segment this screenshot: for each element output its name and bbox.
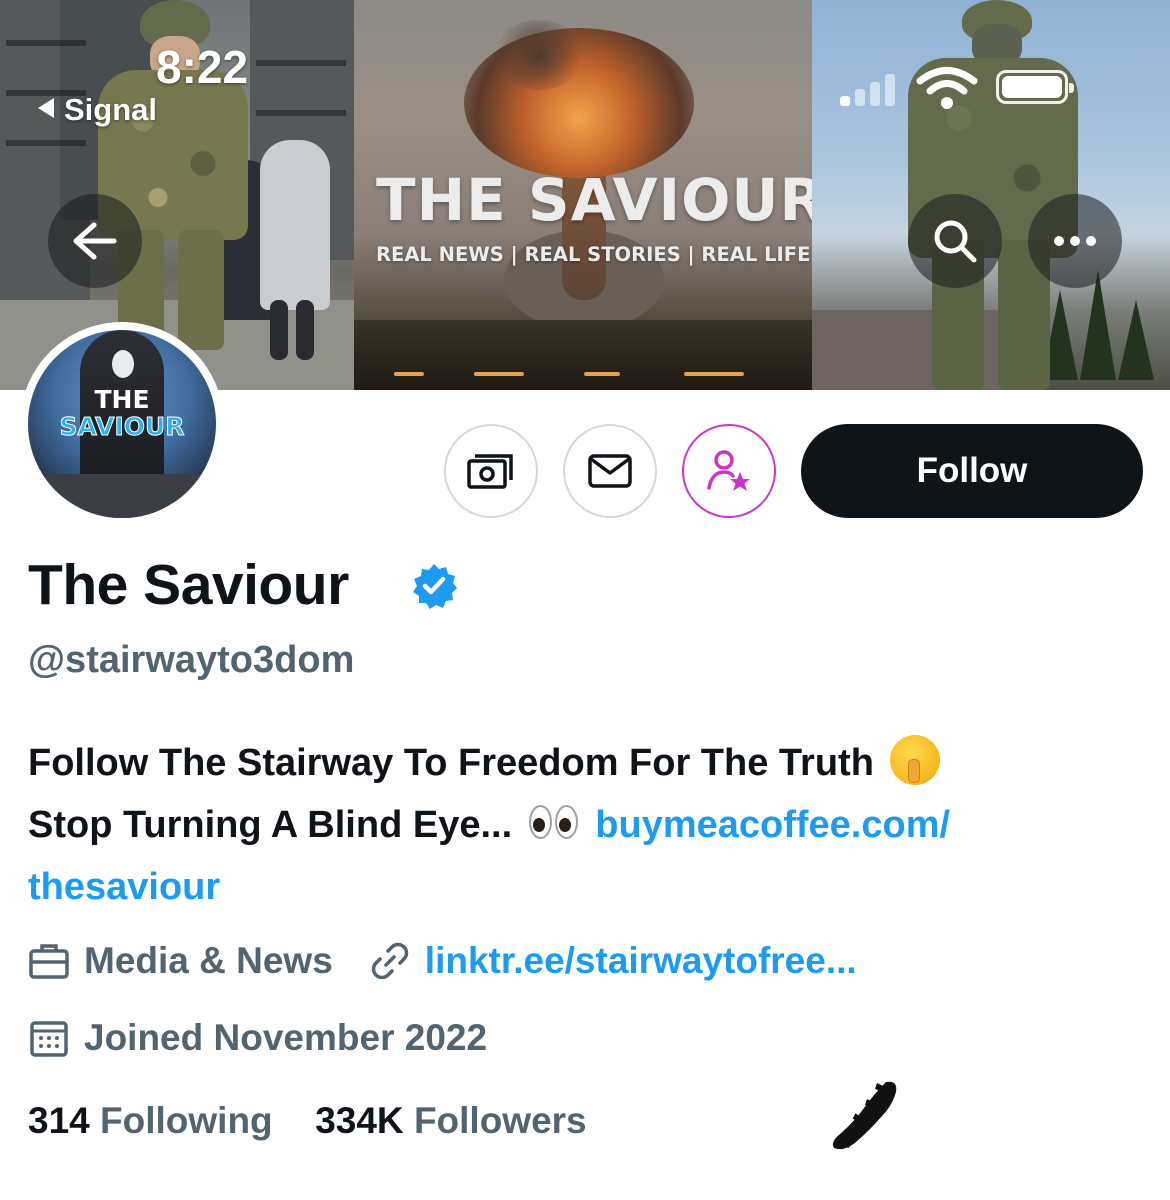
profile-banner: THE SAVIOUR REAL NEWS | REAL STORIES | R… — [0, 0, 1170, 390]
verified-badge-icon[interactable] — [410, 562, 458, 610]
bio-line-1: Follow The Stairway To Freedom For The T… — [28, 742, 874, 784]
bio-link-continued[interactable]: thesaviour — [28, 866, 220, 908]
banner-title: THE SAVIOUR — [376, 166, 812, 234]
user-handle: @stairwayto3dom — [28, 639, 355, 681]
follow-stats: 314 Following 334K Followers — [28, 1100, 587, 1142]
search-icon — [934, 220, 977, 263]
more-icon — [1054, 236, 1096, 246]
subscribe-button[interactable] — [682, 424, 776, 518]
wifi-icon — [916, 67, 978, 109]
followers-count: 334K — [315, 1100, 404, 1141]
banner-center-image: THE SAVIOUR REAL NEWS | REAL STORIES | R… — [354, 0, 812, 390]
status-time: 8:22 — [156, 41, 249, 93]
subscribe-icon — [707, 450, 750, 491]
tip-button[interactable] — [444, 424, 538, 518]
profile-avatar[interactable]: THE SAVIOUR — [20, 322, 224, 526]
following-label: Following — [100, 1100, 273, 1141]
back-triangle-icon — [38, 98, 54, 118]
profile-category: Media & News — [84, 940, 333, 981]
avatar-text-line2: SAVIOUR — [59, 412, 185, 442]
message-button[interactable] — [563, 424, 657, 518]
search-button[interactable] — [908, 194, 1002, 288]
follow-button[interactable]: Follow — [801, 424, 1143, 518]
link-icon — [371, 942, 409, 980]
followers-label: Followers — [413, 1100, 587, 1141]
following-count: 314 — [28, 1100, 90, 1141]
profile-joined-date: Joined November 2022 — [84, 1017, 488, 1058]
calendar-icon — [30, 1021, 68, 1057]
banner-tagline: REAL NEWS | REAL STORIES | REAL LIFE — [376, 243, 811, 266]
profile-website-link[interactable]: linktr.ee/stairwaytofree... — [425, 940, 857, 982]
profile-joined-row: Joined November 2022 — [28, 1017, 487, 1059]
status-back-to-app[interactable]: Signal — [38, 92, 157, 128]
followers-stat[interactable]: 334K Followers — [315, 1100, 586, 1141]
tip-money-icon — [467, 454, 513, 489]
banner-right-photo — [812, 0, 1170, 390]
redaction-scribble — [832, 1081, 897, 1150]
eyes-emoji-icon — [527, 803, 581, 843]
status-back-label: Signal — [64, 92, 158, 127]
back-button[interactable] — [48, 194, 142, 288]
more-options-button[interactable] — [1028, 194, 1122, 288]
display-name: The Saviour — [28, 553, 349, 617]
following-stat[interactable]: 314 Following — [28, 1100, 273, 1141]
profile-bio: Follow The Stairway To Freedom For The T… — [28, 732, 1148, 918]
cellular-signal-icon — [840, 72, 902, 106]
shushing-face-emoji-icon — [890, 735, 941, 785]
briefcase-icon — [29, 944, 69, 979]
bio-line-2: Stop Turning A Blind Eye... — [28, 804, 513, 846]
back-arrow-icon — [73, 222, 117, 260]
profile-meta-row: Media & News linktr.ee/stairwaytofree... — [28, 940, 857, 982]
message-icon — [588, 454, 632, 488]
avatar-text-line1: THE — [94, 385, 150, 414]
avatar-image: THE SAVIOUR — [28, 330, 216, 518]
bio-link[interactable]: buymeacoffee.com/ — [595, 804, 950, 846]
battery-icon — [996, 70, 1074, 104]
